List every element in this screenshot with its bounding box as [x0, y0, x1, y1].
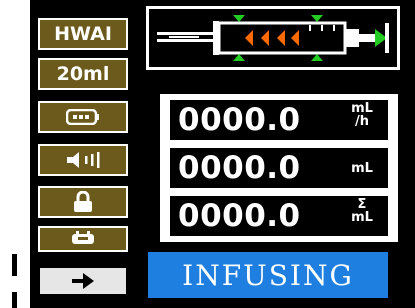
volume-icon: [67, 152, 100, 168]
selection-marker: [40, 300, 65, 308]
syringe-display: [146, 6, 400, 70]
battery-button[interactable]: [38, 101, 128, 133]
selection-marker: [12, 254, 17, 276]
selection-marker: [118, 300, 136, 308]
rate-unit: mL /h: [344, 102, 380, 138]
mode-button[interactable]: HWAI: [38, 18, 128, 50]
lock-button[interactable]: [38, 186, 128, 218]
selection-marker: [12, 292, 17, 308]
total-value: 0000.0: [178, 198, 301, 234]
power-plug-icon: [72, 231, 94, 244]
mode-label: HWAI: [54, 23, 112, 45]
rate-unit-bottom: /h: [354, 114, 369, 129]
syringe-size-button[interactable]: 20ml: [38, 58, 128, 90]
total-unit: Σ mL: [344, 198, 380, 234]
readings-panel: 0000.0 mL /h 0000.0 mL 0000.0 Σ mL: [160, 94, 398, 242]
power-button[interactable]: [38, 226, 128, 252]
status-bar: INFUSING: [148, 252, 388, 298]
syringe-icon: [157, 15, 389, 61]
next-button[interactable]: [38, 266, 128, 296]
selection-marker: [80, 300, 105, 308]
rate-row[interactable]: 0000.0 mL /h: [170, 100, 388, 140]
volume-row[interactable]: 0000.0 mL: [170, 148, 388, 188]
battery-icon: [66, 109, 99, 125]
status-text: INFUSING: [182, 258, 354, 292]
arrow-right-icon: [72, 273, 94, 289]
volume-value: 0000.0: [178, 150, 301, 186]
total-row[interactable]: 0000.0 Σ mL: [170, 196, 388, 236]
total-unit-bottom: mL: [351, 210, 373, 225]
lock-icon: [74, 191, 92, 212]
volume-unit: mL: [351, 161, 373, 176]
syringe-size-label: 20ml: [56, 63, 110, 85]
rate-value: 0000.0: [178, 102, 301, 138]
volume-button[interactable]: [38, 144, 128, 176]
